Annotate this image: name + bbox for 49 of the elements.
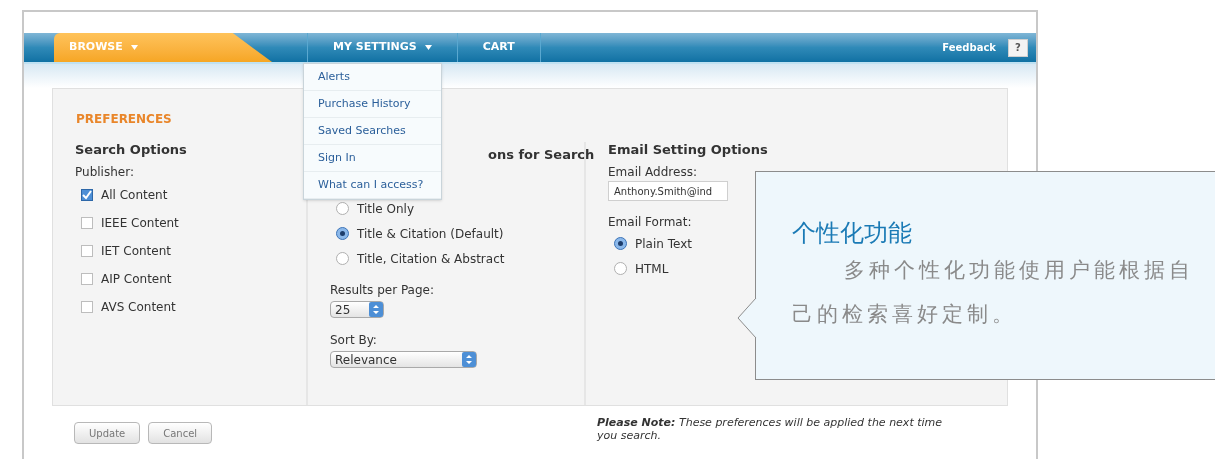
checkbox[interactable] bbox=[81, 217, 93, 229]
column-heading: ons for Search bbox=[488, 147, 595, 162]
radio-label: HTML bbox=[635, 260, 669, 278]
select-field[interactable]: 25 bbox=[330, 301, 384, 318]
help-button[interactable]: ? bbox=[1008, 38, 1028, 57]
stepper-icon bbox=[369, 302, 383, 317]
field-label: Email Address: bbox=[608, 164, 698, 181]
check-icon bbox=[82, 190, 92, 200]
section-title: PREFERENCES bbox=[76, 112, 172, 126]
radio-label: Title Only bbox=[357, 200, 415, 218]
checkbox[interactable] bbox=[81, 245, 93, 257]
radio-label: Plain Text bbox=[635, 235, 692, 253]
note-text: Please Note: These preferences will be applied the next time you search. bbox=[596, 416, 944, 442]
checkbox[interactable] bbox=[81, 273, 93, 285]
callout-body: 多种个性化功能使用户能根据自己的检索喜好定制。 bbox=[792, 257, 1195, 328]
nav-tab[interactable]: CART bbox=[456, 33, 540, 62]
menu-item[interactable]: Purchase History bbox=[304, 91, 441, 118]
menu-item[interactable]: Sign In bbox=[304, 145, 441, 172]
feedback-link[interactable]: Feedback bbox=[942, 40, 996, 55]
menu-item[interactable]: Saved Searches bbox=[304, 118, 441, 145]
checkbox-label: AIP Content bbox=[101, 271, 172, 288]
radio-button[interactable] bbox=[614, 237, 627, 250]
menu-item[interactable]: Alerts bbox=[304, 64, 441, 91]
column-heading: Email Setting Options bbox=[608, 142, 769, 158]
radio-button[interactable] bbox=[336, 252, 349, 265]
checkbox-label: All Content bbox=[101, 187, 168, 204]
stepper-icon bbox=[462, 352, 476, 367]
radio-button[interactable] bbox=[336, 202, 349, 215]
field-label: Email Format: bbox=[608, 214, 693, 231]
checkbox[interactable] bbox=[81, 189, 93, 201]
menu-item[interactable]: What can I access? bbox=[304, 172, 441, 199]
checkbox-label: IEEE Content bbox=[101, 215, 179, 232]
column-heading: Search Options bbox=[75, 142, 188, 158]
select-field[interactable]: Relevance bbox=[330, 351, 477, 368]
callout-title: 个性化功能 bbox=[792, 218, 913, 248]
checkbox-label: IET Content bbox=[101, 243, 171, 260]
radio-label: Title, Citation & Abstract bbox=[357, 250, 505, 268]
field-label: Sort By: bbox=[330, 332, 378, 349]
radio-button[interactable] bbox=[614, 262, 627, 275]
form-button[interactable]: Update bbox=[74, 422, 141, 444]
email-field[interactable]: Anthony.Smith@ind bbox=[608, 181, 728, 201]
form-button[interactable]: Cancel bbox=[148, 422, 213, 444]
radio-label: Title & Citation (Default) bbox=[357, 225, 504, 243]
nav-tab[interactable]: MY SETTINGS bbox=[307, 33, 457, 62]
field-label: Results per Page: bbox=[330, 282, 435, 299]
checkbox-label: AVS Content bbox=[101, 299, 176, 316]
radio-button[interactable] bbox=[336, 227, 349, 240]
field-label: Publisher: bbox=[75, 164, 135, 181]
checkbox[interactable] bbox=[81, 301, 93, 313]
